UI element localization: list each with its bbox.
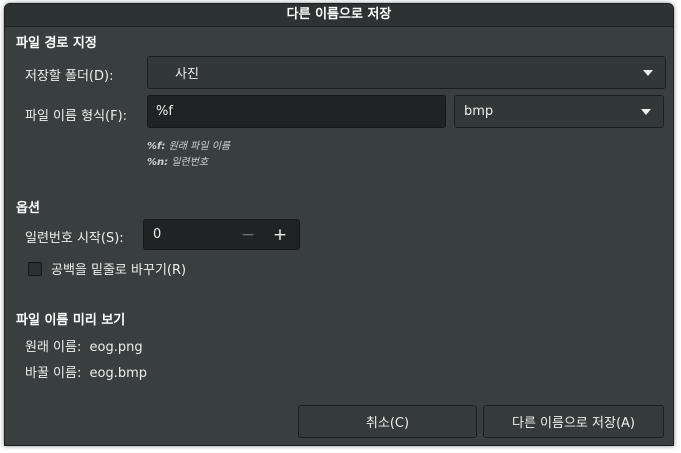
chevron-down-icon — [643, 69, 653, 76]
filetype-value: bmp — [464, 104, 494, 119]
format-label: 파일 이름 형식(F): — [25, 109, 128, 124]
dialog-title[interactable]: 다른 이름으로 저장 — [5, 4, 673, 27]
start-number-value: 0 — [153, 227, 162, 242]
hint-n-token: %n: — [147, 157, 169, 168]
original-name-row: 원래 이름: eog.png — [25, 336, 143, 355]
hint-n-text: 일련번호 — [171, 157, 209, 168]
action-bar: 취소(C) 다른 이름으로 저장(A) — [5, 399, 673, 445]
filename-format-value: %f — [156, 104, 173, 119]
folder-value: 사진 — [175, 67, 199, 82]
filename-format-input[interactable]: %f — [147, 95, 446, 128]
replace-spaces-label: 공백을 밑줄로 바꾸기(R) — [51, 263, 187, 278]
replace-spaces-option[interactable]: 공백을 밑줄로 바꾸기(R) — [28, 259, 186, 278]
options-section-title: 옵션 — [16, 201, 40, 216]
start-number-label: 일련번호 시작(S): — [25, 231, 124, 246]
start-number-spinbutton[interactable]: 0 − + — [143, 219, 300, 250]
decrement-button[interactable]: − — [232, 220, 264, 249]
folder-label: 저장할 폴더(D): — [25, 69, 114, 84]
filetype-combo[interactable]: bmp — [454, 95, 664, 128]
chevron-down-icon — [641, 108, 651, 115]
cancel-button[interactable]: 취소(C) — [298, 405, 477, 438]
hint-n: %n: 일련번호 — [147, 153, 208, 168]
renamed-name-row: 바꿀 이름: eog.bmp — [25, 362, 147, 381]
renamed-name-label: 바꿀 이름: — [25, 366, 82, 381]
folder-combo[interactable]: 사진 — [147, 56, 666, 89]
increment-button[interactable]: + — [264, 220, 296, 249]
hint-f-token: %f: — [147, 141, 166, 152]
renamed-name-value: eog.bmp — [89, 366, 148, 381]
preview-section-title: 파일 이름 미리 보기 — [16, 313, 126, 328]
path-section-title: 파일 경로 지정 — [16, 36, 97, 51]
original-name-label: 원래 이름: — [25, 340, 82, 355]
hint-f-text: 원래 파일 이름 — [168, 141, 231, 152]
hint-f: %f: 원래 파일 이름 — [147, 137, 230, 152]
original-name-value: eog.png — [89, 340, 143, 355]
save-as-dialog: 다른 이름으로 저장 파일 경로 지정 저장할 폴더(D): 사진 파일 이름 … — [4, 3, 674, 446]
save-as-button[interactable]: 다른 이름으로 저장(A) — [483, 405, 664, 438]
replace-spaces-checkbox[interactable] — [28, 261, 42, 276]
